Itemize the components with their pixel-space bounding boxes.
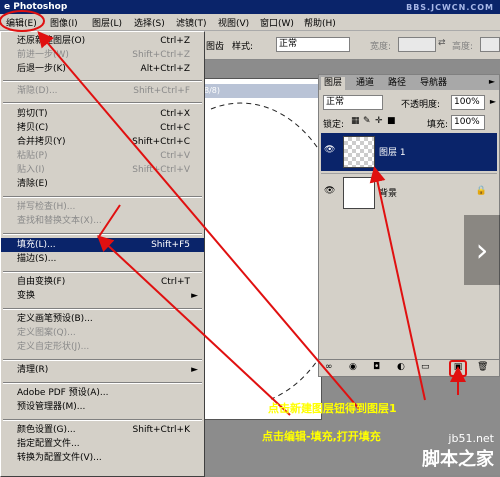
arrow-to-fill — [97, 235, 291, 416]
arrow-tail — [97, 204, 121, 239]
watermark-line2: 脚本之家 — [422, 449, 494, 470]
annotation-overlay — [0, 10, 466, 416]
arrow-to-edit-menu — [37, 30, 361, 411]
next-arrow-icon[interactable]: › — [464, 215, 500, 285]
annotation-note-1: 点击新建图层钮得到图层1 — [268, 402, 397, 415]
site-watermark: jb51.net 脚本之家 — [422, 432, 494, 471]
watermark-line1: jb51.net — [448, 432, 494, 445]
annotation-note-2: 点击编辑-填充,打开填充 — [262, 430, 381, 443]
highlight-circle — [0, 10, 45, 32]
arrow-to-layer1 — [369, 166, 426, 401]
